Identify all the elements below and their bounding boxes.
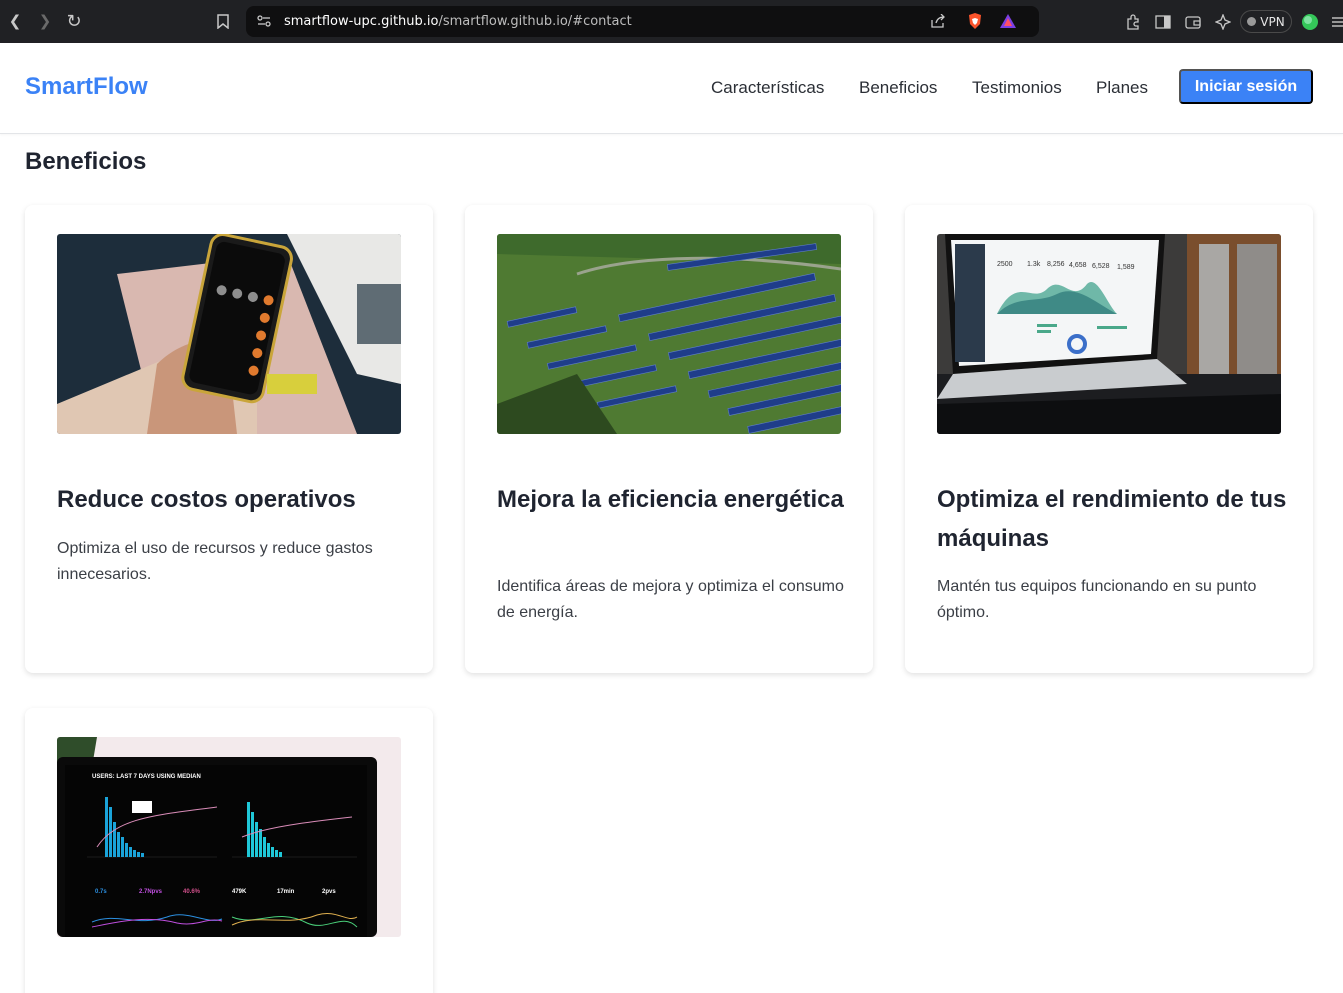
brave-shield-icon[interactable] xyxy=(965,11,985,31)
vpn-label: VPN xyxy=(1260,14,1285,29)
monitor-header-text: USERS: LAST 7 DAYS USING MEDIAN xyxy=(92,774,201,780)
monitor-stat: 479K xyxy=(232,889,247,895)
site-header: SmartFlow Características Beneficios Tes… xyxy=(0,43,1343,134)
card-description: Optimiza el uso de recursos y reduce gas… xyxy=(57,540,373,583)
laptop-stat: 6,528 xyxy=(1092,263,1110,270)
address-bar[interactable]: smartflow-upc.github.io/smartflow.github… xyxy=(246,6,1039,37)
laptop-stat: 1.3k xyxy=(1027,261,1041,268)
wallet-icon[interactable] xyxy=(1183,12,1203,32)
benefit-card: Mejora la eficiencia energética Identifi… xyxy=(465,205,873,673)
nav-link-testimonios[interactable]: Testimonios xyxy=(972,78,1062,98)
benefit-card: USERS: LAST 7 DAYS USING MEDIAN 0.7s 2.7… xyxy=(25,708,433,993)
card-title: Mejora la eficiencia energética xyxy=(497,486,844,513)
section-title: Beneficios xyxy=(25,148,147,175)
phone-calculator-photo xyxy=(57,234,401,434)
url-path: /smartflow.github.io/#contact xyxy=(438,14,632,29)
site-settings-icon[interactable] xyxy=(254,11,274,31)
forward-icon[interactable]: ❯ xyxy=(35,11,55,31)
card-title: Reduce costos operativos xyxy=(57,486,356,513)
share-icon[interactable] xyxy=(928,11,948,31)
rewards-icon[interactable] xyxy=(998,11,1018,31)
laptop-dashboard-photo: 2500 1.3k 8,256 4,658 6,528 1,589 xyxy=(937,234,1281,434)
back-icon[interactable]: ❮ xyxy=(5,11,25,31)
browser-toolbar: ❮ ❯ ↻ smartflow-upc.github.io/smartflow.… xyxy=(0,0,1343,43)
url-host: smartflow-upc.github.io xyxy=(284,14,439,29)
profile-avatar-icon[interactable] xyxy=(1300,12,1320,32)
monitor-stat: 2pvs xyxy=(322,889,336,895)
card-description: Identifica áreas de mejora y optimiza el… xyxy=(497,578,844,621)
nav-link-planes[interactable]: Planes xyxy=(1096,78,1148,98)
benefit-card: 2500 1.3k 8,256 4,658 6,528 1,589 Optimi… xyxy=(905,205,1313,673)
login-button[interactable]: Iniciar sesión xyxy=(1179,69,1313,104)
menu-icon[interactable] xyxy=(1328,12,1343,32)
monitor-stat: 17min xyxy=(277,889,295,895)
card-description: Mantén tus equipos funcionando en su pun… xyxy=(937,578,1257,621)
analytics-monitor-photo: USERS: LAST 7 DAYS USING MEDIAN 0.7s 2.7… xyxy=(57,737,401,937)
benefit-card: Reduce costos operativos Optimiza el uso… xyxy=(25,205,433,673)
url-text: smartflow-upc.github.io/smartflow.github… xyxy=(284,14,632,29)
nav-link-beneficios[interactable]: Beneficios xyxy=(859,78,937,98)
vpn-button[interactable]: VPN xyxy=(1240,10,1292,33)
vpn-status-icon xyxy=(1247,17,1257,26)
laptop-stat: 1,589 xyxy=(1117,264,1135,271)
leo-ai-icon[interactable] xyxy=(1213,12,1233,32)
solar-panels-photo xyxy=(497,234,841,434)
monitor-stat: 40.6% xyxy=(183,889,201,895)
nav-link-caracteristicas[interactable]: Características xyxy=(711,78,824,98)
card-title: Optimiza el rendimiento de tus máquinas xyxy=(937,486,1287,552)
sidebar-icon[interactable] xyxy=(1153,12,1173,32)
bookmark-icon[interactable] xyxy=(213,11,233,31)
site-logo[interactable]: SmartFlow xyxy=(25,73,148,101)
extensions-icon[interactable] xyxy=(1123,12,1143,32)
laptop-stat: 8,256 xyxy=(1047,261,1065,268)
monitor-stat: 2.7Npvs xyxy=(139,889,163,895)
monitor-stat: 0.7s xyxy=(95,889,107,895)
laptop-stat: 4,658 xyxy=(1069,262,1087,269)
reload-icon[interactable]: ↻ xyxy=(64,11,84,32)
laptop-stat: 2500 xyxy=(997,261,1013,268)
